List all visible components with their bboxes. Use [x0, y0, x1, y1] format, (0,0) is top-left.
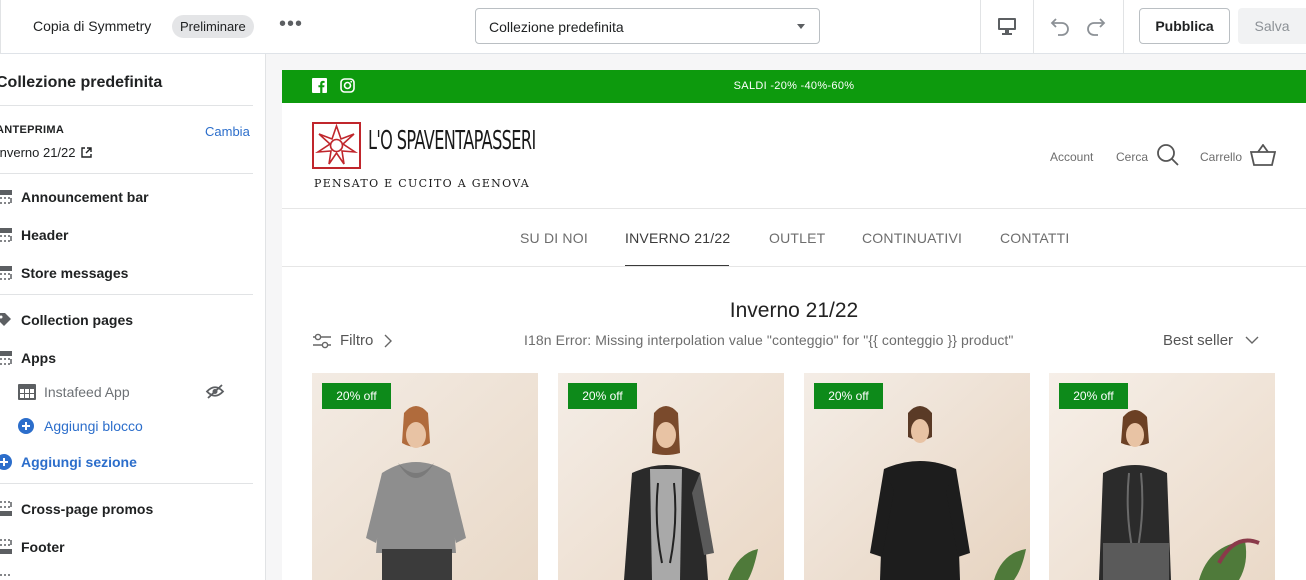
account-link[interactable]: Account	[1050, 150, 1093, 164]
publish-button[interactable]: Pubblica	[1139, 8, 1230, 44]
store-logo[interactable]: L'O SPAVENTAPASSERI PENSATO E CUCITO A G…	[312, 122, 536, 192]
external-link-icon[interactable]	[80, 147, 92, 158]
section-icon	[0, 539, 12, 554]
divider	[0, 483, 253, 484]
app-block-instafeed[interactable]: Instafeed App	[18, 380, 130, 404]
app-block-label: Instafeed App	[44, 384, 130, 400]
section-label: Store messages	[21, 265, 129, 281]
editor-sidebar: Collezione predefinita ANTEPRIMA Cambia …	[0, 54, 266, 580]
nav-item-inverno[interactable]: INVERNO 21/22	[625, 230, 730, 246]
section-label: Collection pages	[21, 312, 134, 328]
apps-icon	[18, 384, 36, 400]
discount-badge: 20% off	[568, 383, 637, 409]
announcement-bar[interactable]: SALDI -20% -40%-60%	[282, 70, 1306, 103]
section-label: Cross-page promos	[21, 501, 154, 517]
status-badge: Preliminare	[172, 15, 254, 38]
section-icon	[0, 574, 10, 576]
add-block-button[interactable]: Aggiungi blocco	[18, 414, 143, 438]
announcement-text: SALDI -20% -40%-60%	[733, 80, 855, 92]
preview-label: ANTEPRIMA	[0, 124, 65, 136]
divider	[282, 208, 1306, 209]
plus-circle-icon	[0, 454, 12, 470]
section-label: Announcement bar	[21, 189, 149, 205]
collection-title: Inverno 21/22	[729, 299, 859, 322]
desktop-icon[interactable]	[997, 17, 1017, 36]
preview-value: Inverno 21/22	[0, 145, 92, 160]
divider	[0, 0, 1, 54]
template-select[interactable]: Collezione predefinita	[475, 8, 820, 44]
section-announcement-bar[interactable]: Announcement bar	[0, 185, 149, 209]
nav-item-contatti[interactable]: CONTATTI	[1000, 230, 1070, 246]
filter-icon	[313, 333, 331, 348]
divider	[980, 0, 981, 54]
section-label: Apps	[21, 350, 56, 366]
section-store-messages[interactable]: Store messages	[0, 261, 128, 285]
discount-badge: 20% off	[322, 383, 391, 409]
section-footer[interactable]: Footer	[0, 535, 65, 559]
plus-circle-icon	[18, 418, 34, 434]
brand-name: L'O SPAVENTAPASSERI	[368, 126, 536, 156]
divider	[1123, 0, 1124, 54]
section-header[interactable]: Header	[0, 223, 68, 247]
store-preview: SALDI -20% -40%-60% L'O SPAVENTAPASSERI …	[282, 70, 1306, 580]
section-icon	[0, 228, 12, 242]
add-section-label: Aggiungi sezione	[21, 454, 137, 470]
template-select-value: Collezione predefinita	[489, 19, 624, 35]
more-actions-button[interactable]: •••	[279, 13, 303, 36]
theme-name: Copia di Symmetry	[33, 18, 152, 34]
add-section-button[interactable]: Aggiungi sezione	[0, 450, 137, 474]
search-icon[interactable]	[1156, 143, 1180, 167]
product-card[interactable]: 20% off	[1049, 373, 1275, 580]
product-card[interactable]: 20% off	[312, 373, 538, 580]
section-label: Footer	[21, 539, 65, 555]
discount-badge: 20% off	[1059, 383, 1128, 409]
filter-label: Filtro	[340, 332, 374, 349]
chevron-down-icon	[797, 24, 805, 29]
chevron-down-icon	[1245, 336, 1259, 344]
cart-icon[interactable]	[1250, 144, 1276, 166]
cart-link[interactable]: Carrello	[1200, 150, 1242, 164]
change-preview-link[interactable]: Cambia	[205, 124, 250, 139]
section-icon	[0, 190, 12, 204]
sort-select[interactable]: Best seller	[1163, 332, 1259, 349]
section-cross-page-promos[interactable]: Cross-page promos	[0, 497, 153, 521]
save-button[interactable]: Salva	[1238, 8, 1306, 44]
add-block-label: Aggiungi blocco	[44, 418, 143, 434]
sort-label: Best seller	[1163, 332, 1234, 349]
hidden-eye-icon[interactable]	[205, 383, 225, 400]
divider	[282, 266, 1306, 267]
nav-item-su-di-noi[interactable]: SU DI NOI	[520, 230, 588, 246]
preview-collection-name: Inverno 21/22	[0, 145, 76, 160]
divider	[0, 105, 253, 106]
undo-icon[interactable]	[1049, 15, 1071, 37]
nav-item-continuativi[interactable]: CONTINUATIVI	[862, 230, 962, 246]
divider	[0, 173, 253, 174]
divider	[0, 294, 253, 295]
section-icon	[0, 266, 12, 280]
section-icon	[0, 501, 12, 516]
redo-icon[interactable]	[1085, 15, 1107, 37]
chevron-right-icon	[384, 334, 393, 347]
brand-tagline: PENSATO E CUCITO A GENOVA	[314, 177, 530, 190]
product-count: I18n Error: Missing interpolation value …	[524, 332, 1014, 348]
tag-icon	[0, 313, 11, 326]
section-label: Header	[21, 227, 69, 243]
sidebar-title: Collezione predefinita	[0, 74, 163, 91]
section-icon	[0, 351, 12, 365]
discount-badge: 20% off	[814, 383, 883, 409]
search-link[interactable]: Cerca	[1116, 150, 1148, 164]
editor-topbar: Copia di Symmetry Preliminare ••• Collez…	[0, 0, 1306, 54]
preview-canvas: SALDI -20% -40%-60% L'O SPAVENTAPASSERI …	[266, 54, 1306, 580]
filter-button[interactable]: Filtro	[312, 332, 393, 349]
divider	[1033, 0, 1034, 54]
product-card[interactable]: 20% off	[804, 373, 1030, 580]
product-card[interactable]: 20% off	[558, 373, 784, 580]
section-collection-pages[interactable]: Collection pages	[0, 308, 133, 332]
nav-item-outlet[interactable]: OUTLET	[769, 230, 825, 246]
section-apps[interactable]: Apps	[0, 346, 56, 370]
